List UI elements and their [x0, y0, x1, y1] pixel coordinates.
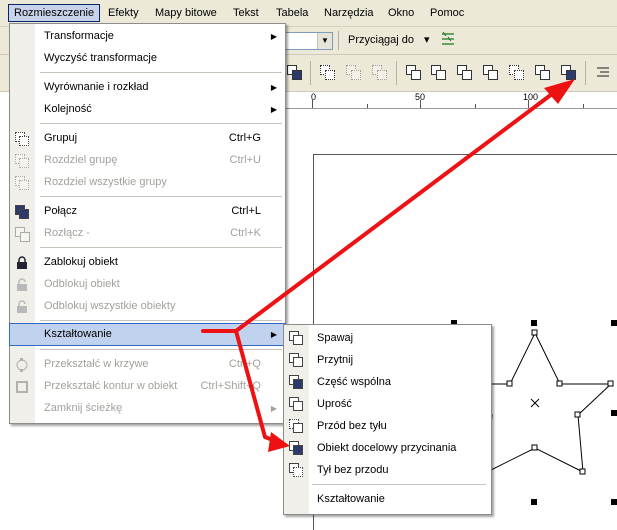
- menu-item-label: Przekształć w krzywe: [44, 358, 149, 370]
- submenu-item-przytnij[interactable]: Przytnij: [284, 349, 491, 371]
- break-apart-icon: [15, 227, 30, 242]
- outline-to-object-icon: [15, 380, 29, 393]
- submenu-item-czesc-wspolna[interactable]: Część wspólna: [284, 371, 491, 393]
- menu-item-wyrownanie[interactable]: Wyrównanie i rozkład ▶: [10, 77, 285, 98]
- menu-item-label: Rozłącz -: [44, 227, 90, 239]
- menu-item-label: Spawaj: [317, 332, 354, 344]
- menu-item-label: Odblokuj wszystkie obiekty: [44, 300, 176, 312]
- menu-item-transformacje[interactable]: Transformacje ▶: [10, 26, 285, 47]
- unlock-all-icon: [15, 300, 29, 313]
- menu-item-label: Zamknij ścieżkę: [44, 402, 123, 414]
- menu-item-label: Wyczyść transformacje: [44, 52, 157, 64]
- menu-shortcut: Ctrl+G: [228, 132, 261, 144]
- submenu-arrow-icon: ▶: [270, 404, 277, 413]
- menu-item-label: Wyrównanie i rozkład: [44, 81, 149, 93]
- menu-item-wyczysc-transformacje[interactable]: Wyczyść transformacje: [10, 48, 285, 69]
- menu-item-rozlacz[interactable]: Rozłącz - Ctrl+K: [10, 223, 285, 244]
- submenu-item-ksztaltowanie[interactable]: Kształtowanie: [284, 488, 491, 510]
- menu-item-label: Kolejność: [44, 103, 92, 115]
- menu-item-label: Rozdziel wszystkie grupy: [44, 176, 167, 188]
- target-trim-icon: [289, 441, 303, 455]
- menu-item-rozdziel-wszystkie-grupy[interactable]: Rozdziel wszystkie grupy: [10, 172, 285, 193]
- submenu-item-tyl-bez-przodu[interactable]: Tył bez przodu: [284, 459, 491, 481]
- menu-separator: [40, 247, 282, 248]
- menu-item-label: Przód bez tyłu: [317, 420, 387, 432]
- ungroup-all-icon: [15, 176, 29, 190]
- menu-item-label: Obiekt docelowy przycinania: [317, 442, 457, 454]
- combine-icon: [15, 205, 29, 219]
- trim-icon: [289, 353, 303, 367]
- submenu-arrow-icon: ▶: [270, 83, 277, 92]
- menu-item-zamknij-sciezke[interactable]: Zamknij ścieżkę ▶: [10, 398, 285, 419]
- menu-shortcut: Ctrl+K: [230, 227, 261, 239]
- submenu-item-przod-bez-tylu[interactable]: Przód bez tyłu: [284, 415, 491, 437]
- intersect-icon: [289, 375, 303, 389]
- submenu-item-uprosc[interactable]: Uprość: [284, 393, 491, 415]
- menu-item-label: Połącz: [44, 205, 78, 217]
- menu-separator: [40, 320, 282, 321]
- menu-item-przeksztalc-w-krzywe[interactable]: Przekształć w krzywe Ctrl+Q: [10, 354, 285, 375]
- menu-shortcut: Ctrl+U: [229, 154, 261, 166]
- menu-item-label: Uprość: [317, 398, 352, 410]
- menu-item-grupuj[interactable]: Grupuj Ctrl+G: [10, 128, 285, 149]
- menu-separator: [40, 72, 282, 73]
- submenu-item-obiekt-docelowy[interactable]: Obiekt docelowy przycinania: [284, 437, 491, 459]
- menu-item-rozdziel-grupe[interactable]: Rozdziel grupę Ctrl+U: [10, 150, 285, 171]
- lock-icon: [15, 256, 29, 269]
- menu-separator: [40, 123, 282, 124]
- menu-item-kontur-w-obiekt[interactable]: Przekształć kontur w obiekt Ctrl+Shift+Q: [10, 376, 285, 397]
- menu-item-label: Zablokuj obiekt: [44, 256, 118, 268]
- menu-separator: [40, 349, 282, 350]
- weld-icon: [289, 331, 303, 345]
- menu-item-odblokuj-wszystkie[interactable]: Odblokuj wszystkie obiekty: [10, 296, 285, 317]
- menu-item-zablokuj-obiekt[interactable]: Zablokuj obiekt: [10, 252, 285, 273]
- menu-item-kolejnosc[interactable]: Kolejność ▶: [10, 99, 285, 120]
- menu-item-label: Kształtowanie: [317, 493, 385, 505]
- menu-item-label: Tył bez przodu: [317, 464, 389, 476]
- menu-item-ksztaltowanie[interactable]: Kształtowanie ▶: [9, 323, 286, 346]
- ungroup-icon: [15, 154, 29, 168]
- menu-item-label: Przytnij: [317, 354, 354, 366]
- menu-item-label: Część wspólna: [317, 376, 391, 388]
- submenu-item-spawaj[interactable]: Spawaj: [284, 327, 491, 349]
- submenu-arrow-icon: ▶: [270, 32, 277, 41]
- convert-curves-icon: [15, 358, 29, 372]
- menu-item-label: Rozdziel grupę: [44, 154, 118, 166]
- menu-item-label: Grupuj: [44, 132, 78, 144]
- menu-shortcut: Ctrl+L: [231, 205, 261, 217]
- menu-shortcut: Ctrl+Q: [228, 358, 261, 370]
- menu-item-label: Odblokuj obiekt: [44, 278, 120, 290]
- menu-separator: [40, 196, 282, 197]
- menu-item-label: Przekształć kontur w obiekt: [44, 380, 178, 392]
- arrange-menu: Transformacje ▶ Wyczyść transformacje Wy…: [9, 23, 286, 424]
- menu-item-label: Transformacje: [44, 30, 114, 42]
- menu-separator: [312, 484, 486, 485]
- group-icon: [15, 132, 29, 146]
- simplify-icon: [289, 397, 303, 411]
- back-minus-front-icon: [289, 463, 303, 477]
- unlock-icon: [15, 278, 29, 291]
- submenu-arrow-icon: ▶: [270, 105, 277, 114]
- menu-item-odblokuj-obiekt[interactable]: Odblokuj obiekt: [10, 274, 285, 295]
- submenu-arrow-icon: ▶: [270, 330, 277, 339]
- menu-shortcut: Ctrl+Shift+Q: [200, 380, 261, 392]
- menu-item-label: Kształtowanie: [44, 328, 112, 340]
- shaping-submenu: Spawaj Przytnij Część wspólna Uprość Prz…: [283, 324, 492, 515]
- front-minus-back-icon: [289, 419, 303, 433]
- menu-item-polacz[interactable]: Połącz Ctrl+L: [10, 201, 285, 222]
